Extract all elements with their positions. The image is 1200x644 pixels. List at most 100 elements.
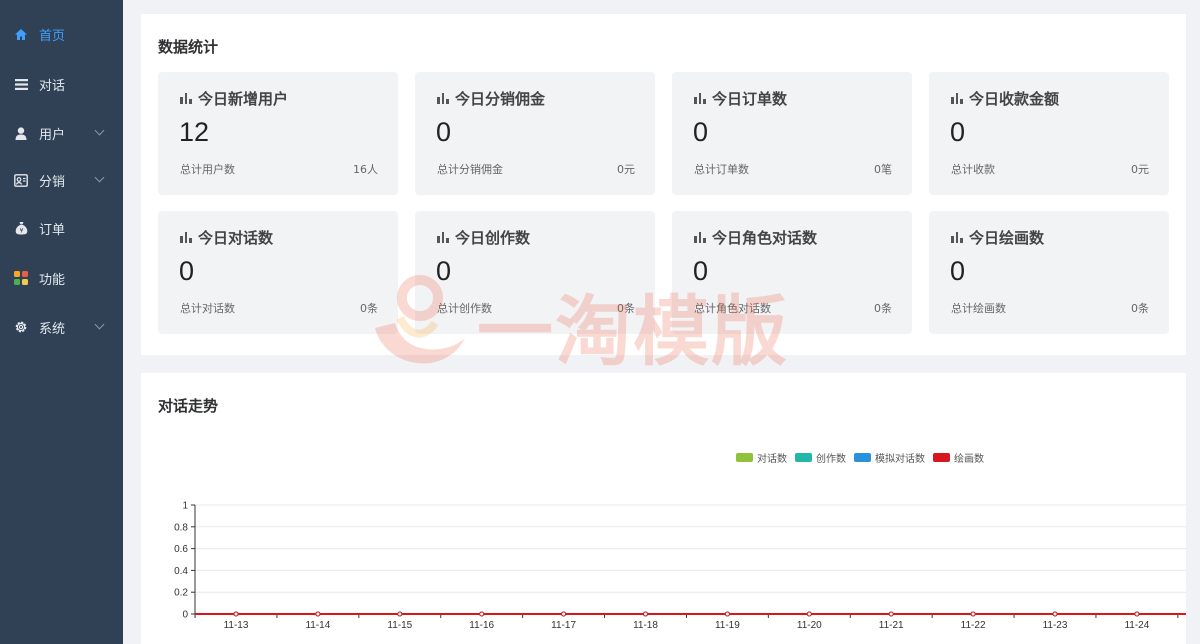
legend-label: 模拟对话数 xyxy=(875,454,925,465)
stat-card: 今日新增用户 12 总计用户数 16人 xyxy=(158,72,398,195)
x-tick-label: 11-17 xyxy=(551,620,576,631)
stat-card: 今日绘画数 0 总计绘画数 0条 xyxy=(929,211,1169,334)
svg-text:¥: ¥ xyxy=(19,228,23,235)
distribution-icon xyxy=(14,173,28,187)
card-title: 今日对话数 xyxy=(180,227,273,248)
chevron-down-icon xyxy=(94,172,105,183)
card-title-text: 今日创作数 xyxy=(455,229,531,247)
legend-item-series-1[interactable]: 创作数 xyxy=(795,450,846,465)
card-total-label: 总计分销佣金 xyxy=(437,163,503,176)
card-value: 0 xyxy=(950,117,966,147)
x-tick-label: 11-23 xyxy=(1043,620,1068,631)
stat-card: 今日角色对话数 0 总计角色对话数 0条 xyxy=(672,211,912,334)
sidebar-item-orders[interactable]: ¥ 订单 xyxy=(0,204,123,252)
x-tick-label: 11-20 xyxy=(797,620,822,631)
bar-chart-icon xyxy=(437,232,449,243)
bar-chart-icon xyxy=(694,93,706,104)
card-total-value: 0元 xyxy=(1131,163,1149,176)
x-tick-label: 11-24 xyxy=(1124,620,1149,631)
bar-chart-icon xyxy=(180,232,192,243)
card-title: 今日订单数 xyxy=(694,88,787,109)
sidebar-item-features[interactable]: 功能 xyxy=(0,254,123,302)
y-tick-label: 0.8 xyxy=(174,522,188,533)
x-tick-label: 11-16 xyxy=(469,620,494,631)
legend-swatch xyxy=(736,453,753,462)
card-title: 今日创作数 xyxy=(437,227,530,248)
sidebar-item-chat[interactable]: 对话 xyxy=(0,60,123,108)
card-total-label: 总计订单数 xyxy=(694,163,749,176)
bar-chart-icon xyxy=(437,93,449,104)
sidebar-item-label: 系统 xyxy=(39,321,66,337)
card-value: 12 xyxy=(179,117,210,147)
series-3-point-4 xyxy=(561,611,567,617)
card-total-value: 16人 xyxy=(353,163,378,176)
bar-chart-icon xyxy=(951,93,963,104)
card-title-text: 今日新增用户 xyxy=(198,90,289,108)
y-tick-label: 0.6 xyxy=(174,544,188,555)
bar-chart-icon xyxy=(180,93,192,104)
stat-card: 今日对话数 0 总计对话数 0条 xyxy=(158,211,398,334)
x-tick-label: 11-21 xyxy=(879,620,904,631)
home-icon xyxy=(14,27,28,41)
card-total-value: 0条 xyxy=(874,302,892,315)
trend-title: 对话走势 xyxy=(158,397,219,415)
y-tick-label: 0.2 xyxy=(174,588,188,599)
series-3-point-5 xyxy=(643,611,648,617)
series-3-point-0 xyxy=(233,611,239,617)
x-tick-label: 11-18 xyxy=(633,620,658,631)
card-total-label: 总计绘画数 xyxy=(951,302,1006,315)
stats-title: 数据统计 xyxy=(158,38,219,56)
legend-item-series-3[interactable]: 绘画数 xyxy=(933,450,984,465)
series-3-point-1 xyxy=(315,611,321,617)
sidebar-item-label: 用户 xyxy=(39,127,66,143)
chevron-down-icon xyxy=(94,125,105,136)
legend-label: 创作数 xyxy=(816,454,846,465)
legend-label: 绘画数 xyxy=(954,454,984,465)
x-tick-label: 11-19 xyxy=(715,620,740,631)
bar-chart-icon xyxy=(694,232,706,243)
sidebar-item-label: 对话 xyxy=(39,78,66,94)
trend-chart: 0 0.2 0.4 0.6 0.8 1 11-13 11-14 11-15 11-16 11-17 1… xyxy=(174,501,1186,631)
series-3-point-7 xyxy=(806,611,812,617)
stat-card: 今日订单数 0 总计订单数 0笔 xyxy=(672,72,912,195)
series-3-point-11 xyxy=(1134,611,1140,617)
series-3-point-3 xyxy=(479,611,485,617)
gear-icon xyxy=(14,320,28,334)
legend-item-series-2[interactable]: 模拟对话数 xyxy=(854,450,925,465)
card-total-label: 总计创作数 xyxy=(437,302,492,315)
card-value: 0 xyxy=(179,256,195,286)
card-total-label: 总计对话数 xyxy=(180,302,235,315)
apps-icon xyxy=(14,271,28,285)
legend-swatch xyxy=(854,453,871,462)
stat-card: 今日创作数 0 总计创作数 0条 xyxy=(415,211,655,334)
series-3-point-10 xyxy=(1052,611,1058,617)
legend-swatch xyxy=(795,453,812,462)
card-title: 今日角色对话数 xyxy=(694,227,817,248)
sidebar-item-users[interactable]: 用户 xyxy=(0,109,123,157)
card-title: 今日绘画数 xyxy=(951,227,1044,248)
card-total-value: 0条 xyxy=(617,302,635,315)
card-total-value: 0笔 xyxy=(874,163,892,176)
card-title: 今日分销佣金 xyxy=(437,88,545,109)
series-3-point-8 xyxy=(888,611,894,617)
sidebar-item-system[interactable]: 系统 xyxy=(0,303,123,351)
series-3-point-9 xyxy=(970,611,976,617)
sidebar-item-home[interactable]: 首页 xyxy=(0,10,123,58)
legend-label: 对话数 xyxy=(757,454,787,465)
series-3-point-2 xyxy=(397,611,403,617)
card-title-text: 今日分销佣金 xyxy=(455,90,546,108)
sidebar-item-label: 首页 xyxy=(39,28,66,44)
legend-item-series-0[interactable]: 对话数 xyxy=(736,450,787,465)
stat-card: 今日收款金额 0 总计收款 0元 xyxy=(929,72,1169,195)
sidebar-item-label: 功能 xyxy=(39,272,66,288)
card-title-text: 今日绘画数 xyxy=(969,229,1045,247)
card-title-text: 今日收款金额 xyxy=(969,90,1060,108)
list-icon xyxy=(14,77,28,91)
card-title-text: 今日角色对话数 xyxy=(712,229,818,247)
card-value: 0 xyxy=(693,256,709,286)
x-tick-label: 11-13 xyxy=(224,620,249,631)
y-tick-label: 1 xyxy=(182,501,188,512)
sidebar-item-distribution[interactable]: 分销 xyxy=(0,156,123,204)
card-title: 今日收款金额 xyxy=(951,88,1059,109)
card-value: 0 xyxy=(950,256,966,286)
